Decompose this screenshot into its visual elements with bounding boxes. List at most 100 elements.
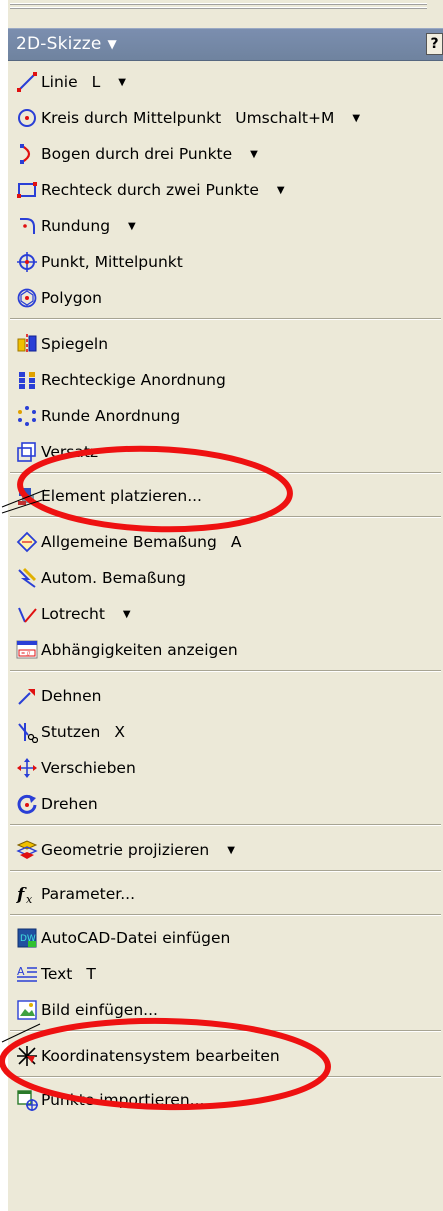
rotate-command[interactable]: Drehen [8,786,443,822]
rotate-icon [16,793,38,815]
show-constraints-icon: = // [16,639,38,661]
insert-autocad-label: AutoCAD-Datei einfügen [41,929,231,947]
import-points-icon [16,1089,38,1111]
separator [10,516,441,518]
text-icon: A [16,963,38,985]
arc-three-point-label: Bogen durch drei Punkte [41,145,233,163]
separator [10,824,441,826]
parameters-command[interactable]: fx Parameter... [8,876,443,912]
arc-three-point-icon [16,143,38,165]
circular-pattern-label: Runde Anordnung [41,407,181,425]
parameters-label: Parameter... [41,885,135,903]
rotate-label: Drehen [41,795,98,813]
separator [10,318,441,320]
auto-dimension-command[interactable]: Autom. Bemaßung [8,560,443,596]
polygon-label: Polygon [41,289,102,307]
edit-coordinate-system-icon [16,1045,38,1067]
general-dimension-label: Allgemeine Bemaßung [41,533,217,551]
parameters-fx-icon: fx [16,883,38,905]
rectangle-label: Rechteck durch zwei Punkte [41,181,259,199]
place-feature-command[interactable]: Element platzieren... [8,478,443,514]
left-margin [0,0,8,1211]
edit-coordinate-system-command[interactable]: Koordinatensystem bearbeiten [8,1038,443,1074]
import-points-label: Punkte importieren... [41,1091,205,1109]
perpendicular-icon [16,603,38,625]
show-constraints-command[interactable]: = // Abhängigkeiten anzeigen [8,632,443,668]
trim-label: Stutzen [41,723,101,741]
fillet-icon [16,215,38,237]
project-geometry-command[interactable]: Geometrie projizieren ▼ [8,832,443,868]
chevron-down-icon[interactable]: ▼ [277,185,285,196]
project-geometry-icon [16,839,38,861]
mirror-command[interactable]: Spiegeln [8,326,443,362]
chevron-down-icon: ▼ [107,37,117,51]
svg-text:A: A [17,965,25,978]
offset-label: Versatz [41,443,99,461]
circular-pattern-icon [16,405,38,427]
circle-center-label: Kreis durch Mittelpunkt [41,109,222,127]
circle-center-command[interactable]: Kreis durch Mittelpunkt Umschalt+M ▼ [8,100,443,136]
point-command[interactable]: Punkt, Mittelpunkt [8,244,443,280]
show-constraints-label: Abhängigkeiten anzeigen [41,641,238,659]
polygon-command[interactable]: Polygon [8,280,443,316]
perpendicular-label: Lotrecht [41,605,105,623]
trim-icon [16,721,38,743]
rectangle-icon [16,179,38,201]
auto-dimension-label: Autom. Bemaßung [41,569,186,587]
insert-image-label: Bild einfügen... [41,1001,158,1019]
extend-icon [16,685,38,707]
trim-command[interactable]: Stutzen X [8,714,443,750]
text-command[interactable]: A Text T [8,956,443,992]
line-shortcut: L [91,73,101,91]
text-shortcut: T [86,965,96,983]
separator [10,1076,441,1078]
separator [10,1030,441,1032]
project-geometry-label: Geometrie projizieren [41,841,210,859]
move-icon [16,757,38,779]
panel-grip[interactable] [8,0,443,26]
fillet-label: Rundung [41,217,111,235]
chevron-down-icon[interactable]: ▼ [118,77,126,88]
chevron-down-icon[interactable]: ▼ [128,221,136,232]
line-icon [16,71,38,93]
help-button[interactable]: ? [426,33,443,55]
separator [10,870,441,872]
separator [10,670,441,672]
insert-image-icon [16,999,38,1021]
extend-command[interactable]: Dehnen [8,678,443,714]
insert-autocad-icon: DW [16,927,38,949]
svg-text:= //: = // [21,651,30,657]
fillet-command[interactable]: Rundung ▼ [8,208,443,244]
place-feature-icon [16,485,38,507]
offset-command[interactable]: Versatz [8,434,443,470]
circle-center-icon [16,107,38,129]
line-command[interactable]: Linie L ▼ [8,64,443,100]
rectangle-command[interactable]: Rechteck durch zwei Punkte ▼ [8,172,443,208]
rectangular-pattern-label: Rechteckige Anordnung [41,371,226,389]
circular-pattern-command[interactable]: Runde Anordnung [8,398,443,434]
circle-center-shortcut: Umschalt+M [235,109,335,127]
chevron-down-icon[interactable]: ▼ [227,845,235,856]
sketch-panel-bar: 2D-Skizze ▼ ? Linie L ▼ Kreis durch Mitte… [8,0,443,1211]
rectangular-pattern-command[interactable]: Rechteckige Anordnung [8,362,443,398]
chevron-down-icon[interactable]: ▼ [352,113,360,124]
insert-image-command[interactable]: Bild einfügen... [8,992,443,1028]
move-command[interactable]: Verschieben [8,750,443,786]
extend-label: Dehnen [41,687,102,705]
polygon-icon [16,287,38,309]
auto-dimension-icon [16,567,38,589]
trim-shortcut: X [114,723,125,741]
insert-autocad-command[interactable]: DW AutoCAD-Datei einfügen [8,920,443,956]
import-points-command[interactable]: Punkte importieren... [8,1082,443,1118]
chevron-down-icon[interactable]: ▼ [123,609,131,620]
point-icon [16,251,38,273]
panel-title[interactable]: 2D-Skizze ▼ [16,34,117,54]
perpendicular-command[interactable]: Lotrecht ▼ [8,596,443,632]
panel-header[interactable]: 2D-Skizze ▼ ? [8,28,443,61]
separator [10,914,441,916]
mirror-label: Spiegeln [41,335,109,353]
chevron-down-icon[interactable]: ▼ [250,149,258,160]
arc-three-point-command[interactable]: Bogen durch drei Punkte ▼ [8,136,443,172]
general-dimension-icon [16,531,38,553]
general-dimension-command[interactable]: Allgemeine Bemaßung A [8,524,443,560]
